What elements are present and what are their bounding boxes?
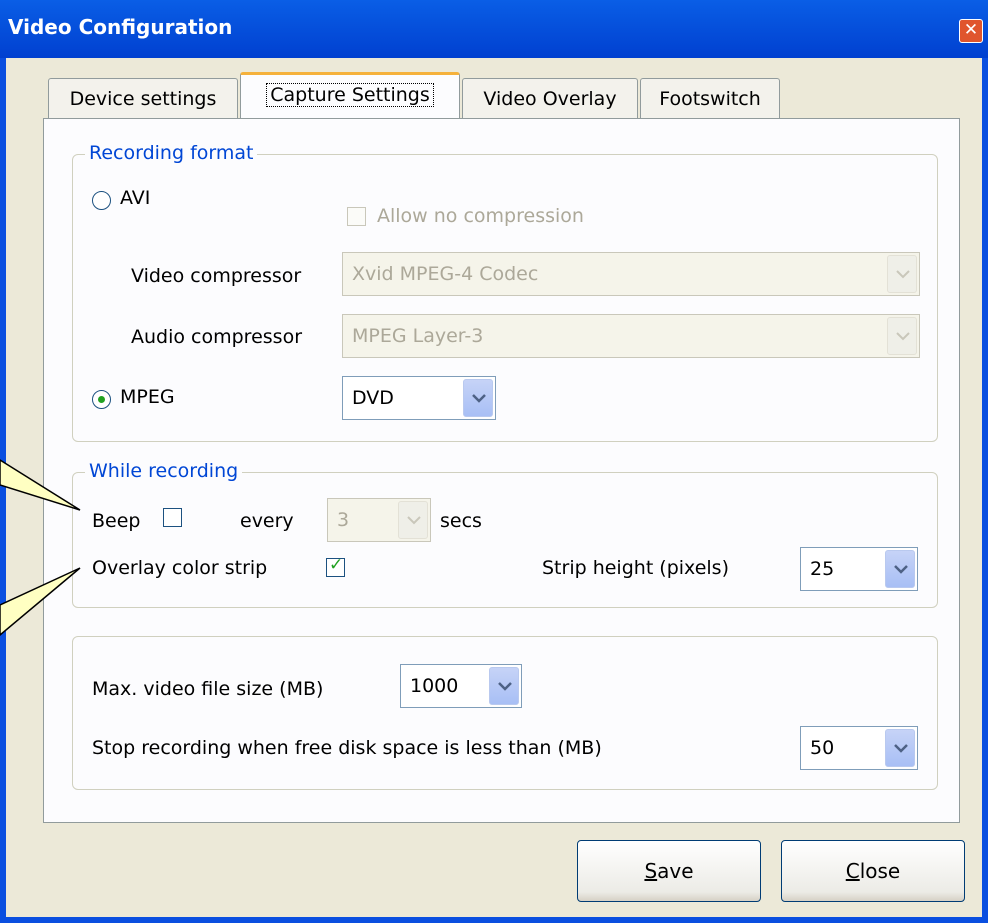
save-mnemonic: S — [644, 859, 658, 883]
save-label: ave — [657, 859, 694, 883]
window-title: Video Configuration — [8, 15, 233, 39]
tab-label: Video Overlay — [483, 88, 617, 110]
group-legend: While recording — [85, 460, 243, 482]
save-button[interactable]: Save — [577, 840, 761, 902]
free-disk-space-select[interactable]: 50 — [800, 726, 918, 770]
select-value: MPEG Layer-3 — [352, 325, 484, 347]
check-icon: ✓ — [329, 555, 344, 575]
allow-no-compression-checkbox[interactable] — [347, 207, 366, 226]
title-bar[interactable]: Video Configuration ✕ — [0, 0, 988, 58]
mpeg-label: MPEG — [120, 386, 175, 408]
window-frame-right — [982, 58, 988, 923]
callout-pointers — [0, 459, 81, 636]
chevron-down-icon[interactable] — [887, 317, 917, 355]
secs-label: secs — [440, 510, 482, 532]
chevron-down-icon[interactable] — [489, 667, 519, 705]
strip-height-label: Strip height (pixels) — [542, 557, 729, 579]
mpeg-format-select[interactable]: DVD — [342, 376, 496, 420]
max-file-size-select[interactable]: 1000 — [400, 664, 522, 708]
every-label: every — [240, 510, 294, 532]
audio-compressor-select[interactable]: MPEG Layer-3 — [342, 314, 920, 358]
tab-label: Device settings — [69, 88, 217, 110]
overlay-color-strip-label: Overlay color strip — [92, 557, 268, 579]
select-value: 3 — [337, 509, 350, 531]
radio-selected-dot — [98, 396, 105, 403]
select-value: 25 — [810, 558, 835, 580]
window-frame-bottom — [0, 917, 988, 923]
select-value: DVD — [352, 387, 394, 409]
recording-format-group: Recording format — [72, 142, 938, 442]
audio-compressor-label: Audio compressor — [131, 326, 302, 348]
avi-radio[interactable] — [92, 191, 111, 210]
tab-label: Capture Settings — [266, 83, 434, 107]
chevron-down-icon[interactable] — [398, 501, 428, 539]
chevron-down-icon[interactable] — [885, 729, 915, 767]
chevron-down-icon[interactable] — [463, 379, 493, 417]
callout-overlay — [0, 567, 81, 636]
chevron-down-icon[interactable] — [887, 255, 917, 293]
callout-beep — [0, 459, 81, 511]
video-compressor-select[interactable]: Xvid MPEG-4 Codec — [342, 252, 920, 296]
tab-footswitch[interactable]: Footswitch — [640, 78, 780, 118]
tab-capture-settings[interactable]: Capture Settings — [240, 72, 460, 118]
strip-height-select[interactable]: 25 — [800, 547, 918, 591]
close-icon[interactable]: ✕ — [959, 19, 983, 43]
close-mnemonic: C — [845, 859, 860, 883]
close-button[interactable]: Close — [781, 840, 965, 902]
tab-device-settings[interactable]: Device settings — [48, 78, 238, 118]
allow-no-compression-label: Allow no compression — [377, 205, 584, 227]
stop-recording-label: Stop recording when free disk space is l… — [92, 737, 602, 759]
select-value: 1000 — [410, 675, 459, 697]
avi-label: AVI — [120, 187, 151, 209]
group-legend: Recording format — [85, 142, 258, 164]
tab-label: Footswitch — [659, 88, 761, 110]
video-compressor-label: Video compressor — [131, 265, 302, 287]
beep-interval-select[interactable]: 3 — [327, 498, 431, 542]
overlay-color-strip-checkbox[interactable]: ✓ — [326, 555, 345, 577]
chevron-down-icon[interactable] — [885, 550, 915, 588]
beep-checkbox[interactable] — [163, 508, 182, 527]
dialog-window: Video Configuration ✕ Device settings Ca… — [0, 0, 988, 923]
tab-video-overlay[interactable]: Video Overlay — [462, 78, 638, 118]
select-value: 50 — [810, 737, 835, 759]
close-label: lose — [859, 859, 901, 883]
mpeg-radio[interactable] — [92, 390, 111, 409]
max-file-size-label: Max. video file size (MB) — [92, 678, 324, 700]
select-value: Xvid MPEG-4 Codec — [352, 263, 539, 285]
